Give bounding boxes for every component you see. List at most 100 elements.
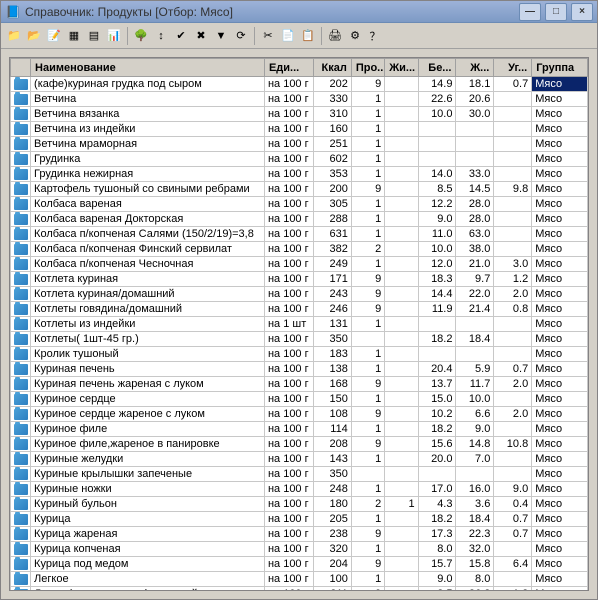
table-row[interactable]: Курица жаренаяна 100 г238917.322.30.7Мяс… [11, 527, 588, 542]
cell-zh2 [456, 347, 494, 362]
cell-name: Колбаса п/копченая Финский сервилат [31, 242, 265, 257]
folder-icon [14, 199, 28, 210]
row-icon-cell [11, 197, 31, 212]
tb-folder-icon[interactable]: 📁 [5, 27, 23, 45]
col-grp[interactable]: Группа [532, 59, 588, 77]
minimize-button[interactable]: — [519, 3, 541, 21]
tb-print-icon[interactable]: 🖨 [326, 27, 344, 45]
table-row[interactable]: Курица под медомна 100 г204915.715.86.4М… [11, 557, 588, 572]
tb-refresh-icon[interactable]: ⟳ [232, 27, 250, 45]
table-row[interactable]: Куриная печень жареная с лукомна 100 г16… [11, 377, 588, 392]
tb-grid-icon[interactable]: ▦ [65, 27, 83, 45]
tb-edit-icon[interactable]: 📝 [45, 27, 63, 45]
col-zhi[interactable]: Жи... [385, 59, 418, 77]
table-row[interactable]: Куриное сердце жареное с лукомна 100 г10… [11, 407, 588, 422]
tb-tree-icon[interactable]: 🌳 [132, 27, 150, 45]
table-row[interactable]: Ветчина вязанкана 100 г310110.030.0Мясо [11, 107, 588, 122]
cell-pro: 1 [351, 92, 384, 107]
table-row[interactable]: Котлеты из индейкина 1 шт1311Мясо [11, 317, 588, 332]
cell-zhi: 1 [385, 497, 418, 512]
data-grid[interactable]: Наименование Еди... Ккал Про... Жи... Бе… [10, 58, 588, 590]
table-row[interactable]: Ливер (сердце,легкое) жареныйна 100 г211… [11, 587, 588, 591]
table-row[interactable]: Грудинкана 100 г6021Мясо [11, 152, 588, 167]
table-row[interactable]: Куриное филена 100 г114118.29.0Мясо [11, 422, 588, 437]
cell-name: Курица копченая [31, 542, 265, 557]
row-icon-cell [11, 302, 31, 317]
table-row[interactable]: (кафе)куриная грудка под сыромна 100 г20… [11, 77, 588, 92]
tb-mark-icon[interactable]: ✔ [172, 27, 190, 45]
table-row[interactable]: Курицана 100 г205118.218.40.7Мясо [11, 512, 588, 527]
col-name[interactable]: Наименование [31, 59, 265, 77]
tb-table-icon[interactable]: ▤ [85, 27, 103, 45]
cell-unit: на 100 г [264, 452, 313, 467]
tb-unmark-icon[interactable]: ✖ [192, 27, 210, 45]
col-kcal[interactable]: Ккал [313, 59, 351, 77]
col-bel[interactable]: Бе... [418, 59, 456, 77]
folder-icon [14, 334, 28, 345]
cell-pro: 1 [351, 152, 384, 167]
cell-bel: 8.0 [418, 542, 456, 557]
table-row[interactable]: Куриная печеньна 100 г138120.45.90.7Мясо [11, 362, 588, 377]
table-row[interactable]: Куриное филе,жареное в панировкена 100 г… [11, 437, 588, 452]
tb-sep [254, 27, 255, 45]
col-pro[interactable]: Про... [351, 59, 384, 77]
table-row[interactable]: Котлеты говядина/домашнийна 100 г246911.… [11, 302, 588, 317]
cell-unit: на 100 г [264, 257, 313, 272]
cell-pro: 9 [351, 557, 384, 572]
tb-paste-icon[interactable]: 📋 [299, 27, 317, 45]
col-unit[interactable]: Еди... [264, 59, 313, 77]
table-row[interactable]: Куриные крылышки запеченыена 100 г350Мяс… [11, 467, 588, 482]
table-row[interactable]: Колбаса п/копченая Салями (150/2/19)=3,8… [11, 227, 588, 242]
table-row[interactable]: Кролик тушоныйна 100 г1831Мясо [11, 347, 588, 362]
tb-settings-icon[interactable]: ⚙ [346, 27, 364, 45]
cell-zhi [385, 512, 418, 527]
table-row[interactable]: Картофель тушоный со свиными ребрамина 1… [11, 182, 588, 197]
cell-unit: на 100 г [264, 377, 313, 392]
cell-zhi [385, 287, 418, 302]
cell-pro: 2 [351, 242, 384, 257]
folder-icon [14, 304, 28, 315]
table-row[interactable]: Куриное сердцена 100 г150115.010.0Мясо [11, 392, 588, 407]
tb-open-icon[interactable]: 📂 [25, 27, 43, 45]
tb-cut-icon[interactable]: ✂ [259, 27, 277, 45]
table-row[interactable]: Куриные желудкина 100 г143120.07.0Мясо [11, 452, 588, 467]
maximize-button[interactable]: □ [545, 3, 567, 21]
table-row[interactable]: Грудинка нежирнаяна 100 г353114.033.0Мяс… [11, 167, 588, 182]
col-ug[interactable]: Уг... [494, 59, 532, 77]
close-button[interactable]: × [571, 3, 593, 21]
tb-sort-icon[interactable]: ↕ [152, 27, 170, 45]
table-row[interactable]: Курица копченаяна 100 г32018.032.0Мясо [11, 542, 588, 557]
folder-icon [14, 274, 28, 285]
table-row[interactable]: Куриные ножкина 100 г248117.016.09.0Мясо [11, 482, 588, 497]
table-row[interactable]: Легкоена 100 г10019.08.0Мясо [11, 572, 588, 587]
table-row[interactable]: Ветчина мраморнаяна 100 г2511Мясо [11, 137, 588, 152]
cell-zhi [385, 152, 418, 167]
tb-report-icon[interactable]: 📊 [105, 27, 123, 45]
cell-ug: 1.2 [494, 587, 532, 591]
table-row[interactable]: Колбаса п/копченая Чесночнаяна 100 г2491… [11, 257, 588, 272]
table-row[interactable]: Колбаса варенаяна 100 г305112.228.0Мясо [11, 197, 588, 212]
cell-pro: 1 [351, 452, 384, 467]
cell-ug: 2.0 [494, 407, 532, 422]
col-zh2[interactable]: Ж... [456, 59, 494, 77]
table-row[interactable]: Куриный бульонна 100 г180214.33.60.4Мясо [11, 497, 588, 512]
tb-help-icon[interactable]: ？ [366, 27, 384, 45]
cell-ug: 10.8 [494, 437, 532, 452]
table-row[interactable]: Колбаса п/копченая Финский сервилатна 10… [11, 242, 588, 257]
tb-filter-icon[interactable]: ▼ [212, 27, 230, 45]
table-row[interactable]: Котлеты( 1шт-45 гр.)на 100 г35018.218.4М… [11, 332, 588, 347]
tb-copy-icon[interactable]: 📄 [279, 27, 297, 45]
cell-bel: 12.2 [418, 197, 456, 212]
cell-zh2: 33.0 [456, 167, 494, 182]
cell-zh2: 15.8 [456, 557, 494, 572]
cell-zhi [385, 302, 418, 317]
col-icon[interactable] [11, 59, 31, 77]
table-row[interactable]: Ветчинана 100 г330122.620.6Мясо [11, 92, 588, 107]
table-row[interactable]: Колбаса вареная Докторскаяна 100 г28819.… [11, 212, 588, 227]
cell-pro: 1 [351, 317, 384, 332]
table-row[interactable]: Котлета куринаяна 100 г171918.39.71.2Мяс… [11, 272, 588, 287]
table-row[interactable]: Котлета куриная/домашнийна 100 г243914.4… [11, 287, 588, 302]
table-row[interactable]: Ветчина из индейкина 100 г1601Мясо [11, 122, 588, 137]
cell-unit: на 100 г [264, 437, 313, 452]
cell-name: Легкое [31, 572, 265, 587]
